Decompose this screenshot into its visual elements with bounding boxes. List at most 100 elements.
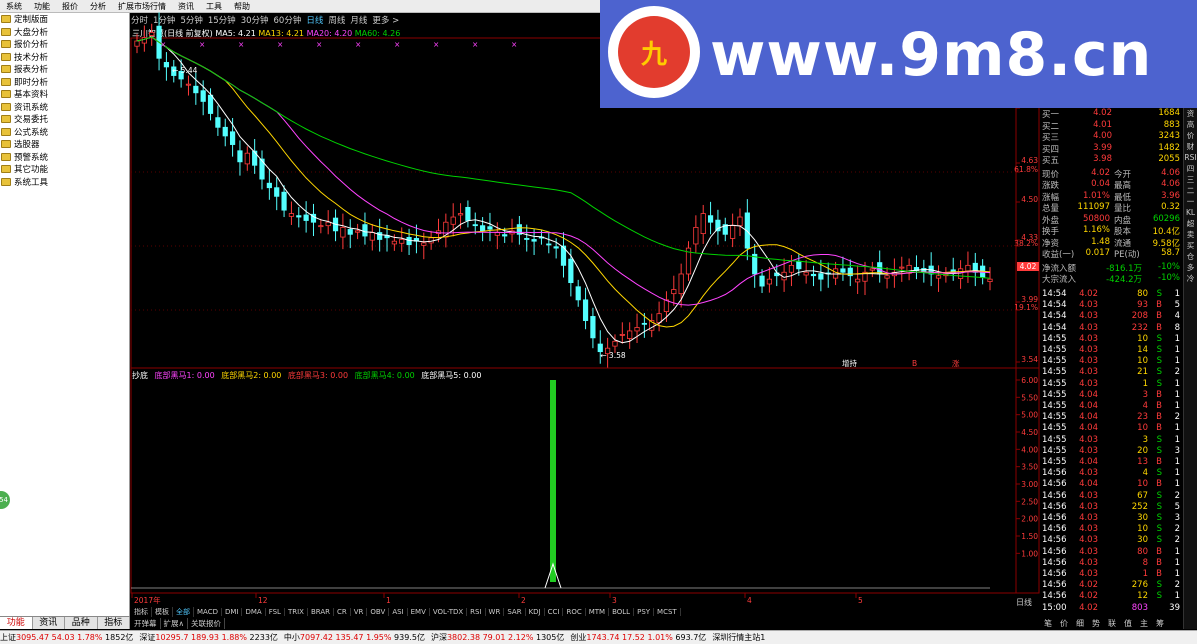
- indicator-tab[interactable]: PSY: [634, 608, 655, 616]
- tick-side: B: [1156, 412, 1162, 423]
- tick-time: 14:56: [1042, 468, 1067, 479]
- candle-body: [325, 221, 331, 227]
- indicator-axis-label: 3.50: [1021, 463, 1038, 472]
- indicator-tab[interactable]: 模板: [152, 607, 173, 617]
- candle-body: [575, 286, 581, 301]
- indicator-tab[interactable]: RSI: [467, 608, 486, 616]
- indicator-tab[interactable]: BOLL: [609, 608, 635, 616]
- quote-tab[interactable]: 值: [1120, 618, 1136, 629]
- indicator-tab[interactable]: 全部: [173, 607, 194, 617]
- indicator-tab[interactable]: FSL: [266, 608, 285, 616]
- indicator-tab[interactable]: KDJ: [526, 608, 545, 616]
- flow-label: 大宗流入: [1042, 275, 1077, 285]
- quote-tab[interactable]: 笔: [1040, 618, 1056, 629]
- candle-body: [487, 226, 493, 230]
- quote-tab[interactable]: 主: [1136, 618, 1152, 629]
- indicator-tab[interactable]: ROC: [563, 608, 586, 616]
- indicator-tab[interactable]: MCST: [654, 608, 681, 616]
- candle-body: [472, 224, 478, 227]
- candle-body: [421, 242, 427, 246]
- candle-body: [759, 275, 765, 287]
- indicator-tab[interactable]: CR: [334, 608, 351, 616]
- indicator-tab[interactable]: VR: [351, 608, 368, 616]
- indicator-tab[interactable]: WR: [486, 608, 505, 616]
- quote-tab[interactable]: 价: [1056, 618, 1072, 629]
- tick-volume: 30: [1137, 513, 1148, 523]
- time-axis-label: 5: [858, 596, 863, 605]
- right-tool-item[interactable]: 高: [1184, 119, 1197, 130]
- bottom-tab[interactable]: 扩展∧: [161, 617, 188, 629]
- tick-side: B: [1156, 389, 1162, 400]
- right-tool-item[interactable]: 多: [1184, 262, 1197, 273]
- right-tool-item[interactable]: 四: [1184, 163, 1197, 174]
- right-tool-item[interactable]: 冷: [1184, 273, 1197, 284]
- indicator-axis-label: 5.00: [1021, 411, 1038, 420]
- watermark-logo: 九: [608, 6, 700, 98]
- tick-side: B: [1156, 322, 1162, 333]
- quote-row: 换手 1.16% 股本 10.4亿: [1040, 225, 1182, 237]
- tick-price: 4.04: [1079, 401, 1098, 411]
- index-name: 沪深: [430, 633, 447, 642]
- quote-tab[interactable]: 细: [1072, 618, 1088, 629]
- indicator-tab[interactable]: 指标: [131, 607, 152, 617]
- right-tool-item[interactable]: 二: [1184, 185, 1197, 196]
- quote-tab[interactable]: 势: [1088, 618, 1104, 629]
- indicator-tab[interactable]: MTM: [586, 608, 610, 616]
- right-tool-item[interactable]: KL: [1184, 207, 1197, 218]
- right-tool-item[interactable]: 资: [1184, 108, 1197, 119]
- tick-price: 4.02: [1079, 591, 1098, 602]
- tick-list[interactable]: 14:54 4.02 80 S 1 14:54 4.03 93 B 5 14:54 4.03 208 B 4…: [1040, 289, 1182, 615]
- bid-volume: 1684: [1158, 108, 1180, 118]
- time-axis-label: 1: [386, 596, 391, 605]
- stat-label: 内盘: [1114, 215, 1132, 226]
- bottom-tab[interactable]: 开弹幕: [131, 617, 161, 629]
- stat-label: PE(动): [1114, 250, 1140, 260]
- quote-tab[interactable]: 筹: [1152, 618, 1168, 629]
- right-tool-item[interactable]: 卖: [1184, 229, 1197, 240]
- tick-price: 4.03: [1079, 513, 1098, 523]
- indicator-tab[interactable]: EMV: [408, 608, 430, 616]
- indicator-tab[interactable]: DMI: [222, 608, 243, 616]
- index-value: 1743.74: [586, 633, 622, 642]
- event-marker: B: [912, 359, 917, 368]
- indicator-tab[interactable]: TRIX: [285, 608, 308, 616]
- indicator-tab[interactable]: SAR: [504, 608, 526, 616]
- bottom-tab[interactable]: 关联报价: [188, 617, 225, 629]
- candle-body: [700, 213, 706, 235]
- right-tool-item[interactable]: 买: [1184, 240, 1197, 251]
- index-quote[interactable]: 创业1743.74 17.52 1.01% 693.7亿: [570, 632, 706, 643]
- candle-body: [193, 85, 199, 94]
- right-scroll-bar[interactable]: 资高价财 RSI 四三二一 KL 超卖买仓多冷: [1183, 108, 1197, 629]
- index-quote[interactable]: 沪深3802.38 79.01 2.12% 1305亿: [431, 632, 564, 643]
- index-quote[interactable]: 中小7097.42 135.47 1.95% 939.5亿: [284, 632, 425, 643]
- bid-price: 3.99: [1093, 142, 1112, 153]
- bid-label: 买二: [1042, 121, 1060, 132]
- tick-price: 4.04: [1079, 457, 1098, 467]
- index-quote[interactable]: 深证10295.7 189.93 1.88% 2233亿: [139, 632, 278, 643]
- quote-row: 买五 3.98 2055: [1040, 154, 1182, 166]
- index-amount: 2233亿: [249, 633, 278, 642]
- index-quote[interactable]: 上证3095.47 54.03 1.78% 1852亿: [0, 632, 133, 643]
- tick-time: 14:56: [1042, 591, 1067, 602]
- indicator-tab[interactable]: ASI: [389, 608, 408, 616]
- right-tool-item[interactable]: RSI: [1184, 152, 1197, 163]
- right-tool-item[interactable]: 价: [1184, 130, 1197, 141]
- right-tool-item[interactable]: 超: [1184, 218, 1197, 229]
- indicator-tab[interactable]: CCI: [545, 608, 564, 616]
- tick-volume: 12: [1137, 591, 1148, 602]
- right-period-tab[interactable]: 日线: [1016, 597, 1032, 608]
- quote-tab[interactable]: 联: [1104, 618, 1120, 629]
- indicator-tab[interactable]: VOL-TDX: [430, 608, 468, 616]
- stat-value: 60296: [1152, 213, 1180, 224]
- tick-price: 4.03: [1079, 546, 1098, 557]
- right-tool-item[interactable]: 三: [1184, 174, 1197, 185]
- right-tool-item[interactable]: 仓: [1184, 251, 1197, 262]
- indicator-tab[interactable]: OBV: [367, 608, 390, 616]
- indicator-tab[interactable]: BRAR: [308, 608, 334, 616]
- right-tool-item[interactable]: 一: [1184, 196, 1197, 207]
- right-tool-item[interactable]: 财: [1184, 141, 1197, 152]
- stat-value: 9.58亿: [1152, 238, 1180, 249]
- candle-body: [612, 340, 618, 347]
- indicator-tab[interactable]: DMA: [242, 608, 266, 616]
- indicator-tab[interactable]: MACD: [194, 608, 222, 616]
